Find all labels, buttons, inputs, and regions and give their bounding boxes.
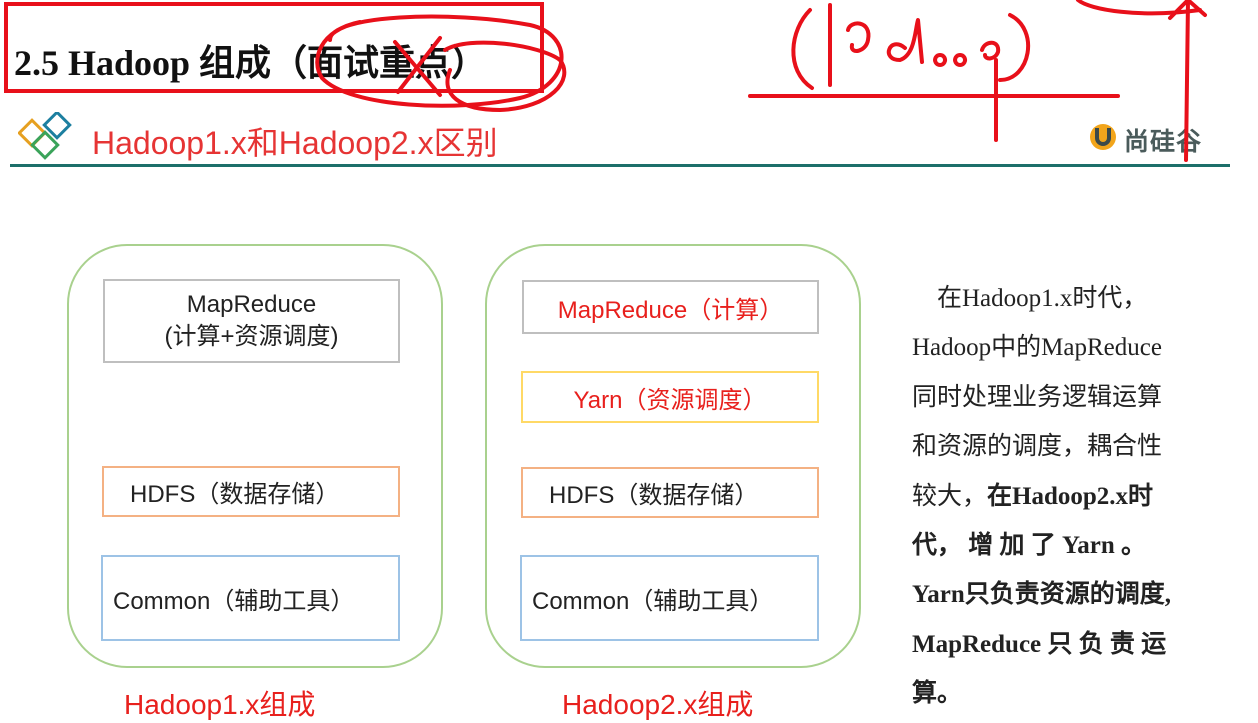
description-line: 算。	[912, 680, 963, 708]
handwriting-stroke	[933, 53, 948, 67]
shanggui-logo-icon	[1090, 124, 1116, 150]
handwriting-stroke	[1076, 0, 1202, 16]
slide-title: 2.5 Hadoop 组成（面试重点）	[14, 43, 488, 83]
handwriting-stroke	[1168, 0, 1207, 20]
hadoop1-caption: Hadoop1.x组成	[124, 689, 316, 720]
description-line: 和资源的调度，耦合性	[912, 433, 1163, 461]
description-bold-fragment: 在Hadoop2.x时	[987, 482, 1154, 510]
handwriting-stroke	[998, 13, 1030, 82]
hadoop2-mapreduce-box: MapReduce（计算）	[522, 280, 819, 334]
handwriting-stroke	[980, 40, 1001, 61]
section-title: Hadoop1.x和Hadoop2.x区别	[92, 125, 498, 161]
description-line: 在Hadoop1.x时代，	[912, 285, 1148, 312]
hadoop2-common-box: Common（辅助工具）	[520, 555, 819, 641]
diamond-cluster-icon	[18, 112, 72, 160]
handwriting-stroke	[846, 21, 871, 53]
hadoop2-caption: Hadoop2.x组成	[562, 689, 754, 720]
hadoop2-hdfs-box: HDFS（数据存储）	[521, 467, 819, 518]
hadoop1-hdfs-box: HDFS（数据存储）	[102, 466, 400, 517]
description-line: 较大，在Hadoop2.x时	[912, 482, 1154, 510]
description-line: 同时处理业务逻辑运算	[912, 383, 1163, 411]
handwriting-stroke	[791, 8, 814, 90]
description-line: Hadoop中的MapReduce	[912, 334, 1162, 362]
handwriting-stroke	[953, 53, 968, 67]
hadoop2-yarn-box: Yarn（资源调度）	[521, 371, 819, 423]
hadoop1-mapreduce-role: (计算+资源调度)	[164, 323, 339, 350]
description-line: 代， 增 加 了 Yarn 。	[912, 532, 1147, 560]
logo-text: 尚硅谷	[1124, 128, 1203, 156]
hadoop1-mapreduce-name: MapReduce	[186, 291, 317, 318]
handwriting-stroke	[886, 18, 924, 64]
header-divider	[10, 164, 1230, 167]
description-line: Yarn只负责资源的调度,	[912, 581, 1172, 609]
description-text: 在Hadoop1.x时代， Hadoop中的MapReduce 同时处理业务逻辑…	[912, 274, 1202, 719]
hadoop1-common-box: Common（辅助工具）	[101, 555, 400, 641]
hadoop1-mapreduce-box: MapReduce (计算+资源调度)	[103, 279, 400, 363]
description-line: MapReduce 只 负 责 运	[912, 630, 1167, 658]
